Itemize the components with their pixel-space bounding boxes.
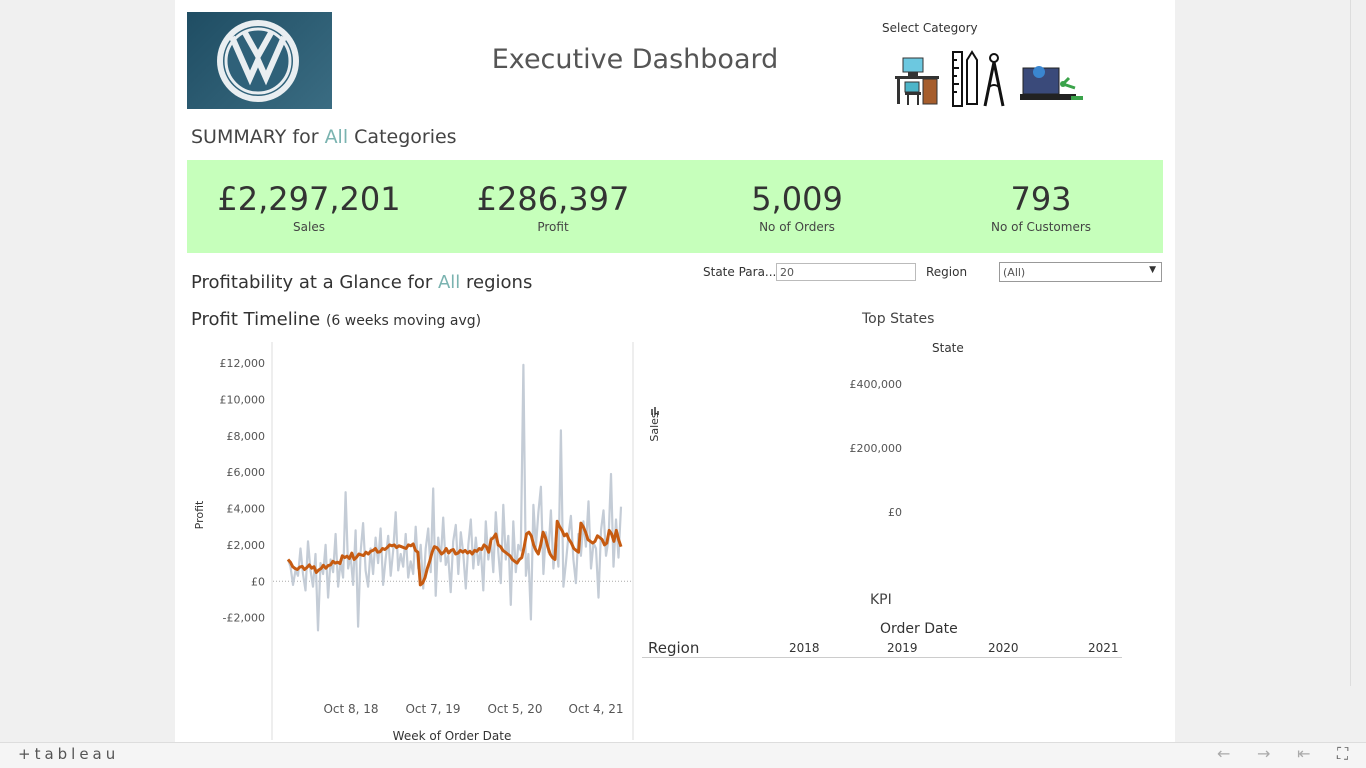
category-selector (893, 48, 1093, 110)
profit-series-line[interactable] (286, 363, 623, 632)
y-tick-label: £0 (251, 575, 265, 588)
timeline-title: Profit Timeline (6 weeks moving avg) (191, 309, 481, 330)
y-tick-label: £0 (888, 506, 902, 519)
kpi-label: No of Customers (990, 220, 1092, 234)
x-tick-label: Oct 7, 19 (405, 702, 460, 716)
year-col-header: 2018 (789, 641, 820, 655)
kpi-table-header: Region 2018 2019 2020 2021 (642, 638, 1122, 658)
summary-category: All (324, 126, 349, 148)
top-states-chart: Sales £400,000 £200,000 £0 (648, 378, 903, 519)
y-tick-label: £4,000 (227, 503, 266, 516)
office-supplies-icon[interactable] (952, 50, 1005, 107)
technology-icon[interactable] (1020, 66, 1083, 100)
x-axis-title: Week of Order Date (393, 729, 512, 740)
kpi-value: 5,009 (751, 180, 843, 218)
region-filter-dropdown[interactable]: (All) ▼ (999, 262, 1162, 282)
x-ticks: Oct 8, 18 Oct 7, 19 Oct 5, 20 Oct 4, 21 (323, 702, 623, 716)
tableau-logo[interactable]: +tableau (18, 745, 119, 763)
y-axis-title: Sales (648, 412, 661, 442)
y-ticks: £12,000 £10,000 £8,000 £6,000 £4,000 £2,000 £0… (220, 357, 631, 625)
dashboard-page: Executive Dashboard Select Category SUMM… (175, 0, 1175, 742)
y-tick-label: £400,000 (850, 378, 903, 391)
furniture-icon[interactable] (895, 57, 939, 105)
x-tick-label: Oct 8, 18 (323, 702, 378, 716)
year-col-header: 2019 (887, 641, 918, 655)
redo-icon[interactable]: → (1257, 744, 1270, 763)
revert-icon[interactable]: ⇤ (1297, 744, 1310, 763)
series-lines (286, 363, 623, 632)
undo-icon[interactable]: ← (1217, 744, 1230, 763)
fullscreen-icon[interactable]: ⛶ (1337, 744, 1348, 764)
kpi-value: £286,397 (476, 180, 630, 218)
state-param-label: State Para... (703, 265, 777, 279)
y-ticks: £400,000 £200,000 £0 (850, 378, 903, 519)
summary-heading: SUMMARY for All Categories (191, 126, 457, 148)
dashboard-title: Executive Dashboard (491, 44, 779, 75)
kpi-banner: £2,297,201 Sales £286,397 Profit 5,009 N… (187, 160, 1163, 253)
kpi-profit: £286,397 Profit (453, 180, 653, 234)
kpi-sales: £2,297,201 Sales (209, 180, 409, 234)
kpi-value: £2,297,201 (217, 180, 401, 218)
tableau-toolbar (0, 742, 1366, 768)
kpi-table-title: KPI (870, 592, 892, 608)
summary-suffix: Categories (348, 126, 457, 148)
kpi-label: Profit (537, 220, 569, 234)
vertical-scrollbar[interactable] (1350, 0, 1366, 686)
region-filter-value: (All) (1003, 266, 1026, 279)
year-col-header: 2021 (1088, 641, 1119, 655)
region-filter-label: Region (926, 265, 968, 279)
profit-timeline-chart: Profit Week of Order Date £12,000 £10,000… (193, 342, 634, 740)
y-tick-label: £10,000 (220, 393, 266, 406)
kpi-table: Region 2018 2019 2020 2021 (642, 638, 1122, 658)
timeline-title-text: Profit Timeline (191, 309, 321, 330)
glance-suffix: regions (460, 272, 533, 293)
x-tick-label: Oct 4, 21 (568, 702, 623, 716)
year-col-header: 2020 (988, 641, 1019, 655)
y-tick-label: £200,000 (850, 442, 903, 455)
y-axis-title: Profit (193, 500, 206, 529)
kpi-label: Sales (293, 220, 325, 234)
kpi-value: 793 (1010, 180, 1072, 218)
chevron-down-icon: ▼ (1149, 265, 1156, 275)
x-tick-label: Oct 5, 20 (487, 702, 542, 716)
timeline-subtitle: (6 weeks moving avg) (325, 313, 482, 329)
glance-heading: Profitability at a Glance for All region… (191, 272, 532, 293)
glance-region: All (437, 272, 461, 293)
kpi-orders: 5,009 No of Orders (697, 180, 897, 234)
state-param-input[interactable] (776, 263, 916, 281)
region-col-header: Region (648, 639, 700, 657)
summary-prefix: SUMMARY for (191, 126, 325, 148)
order-date-header: Order Date (880, 621, 958, 637)
glance-prefix: Profitability at a Glance for (191, 272, 438, 293)
y-tick-label: £6,000 (227, 466, 266, 479)
kpi-label: No of Orders (759, 220, 835, 234)
y-tick-label: £8,000 (227, 430, 266, 443)
state-header: State (932, 341, 964, 355)
select-category-label: Select Category (882, 21, 978, 35)
vw-logo (187, 12, 332, 109)
top-states-title: Top States (862, 311, 935, 327)
kpi-customers: 793 No of Customers (941, 180, 1141, 234)
y-tick-label: £2,000 (227, 539, 266, 552)
y-tick-label: £12,000 (220, 357, 266, 370)
y-tick-label: -£2,000 (223, 612, 265, 625)
